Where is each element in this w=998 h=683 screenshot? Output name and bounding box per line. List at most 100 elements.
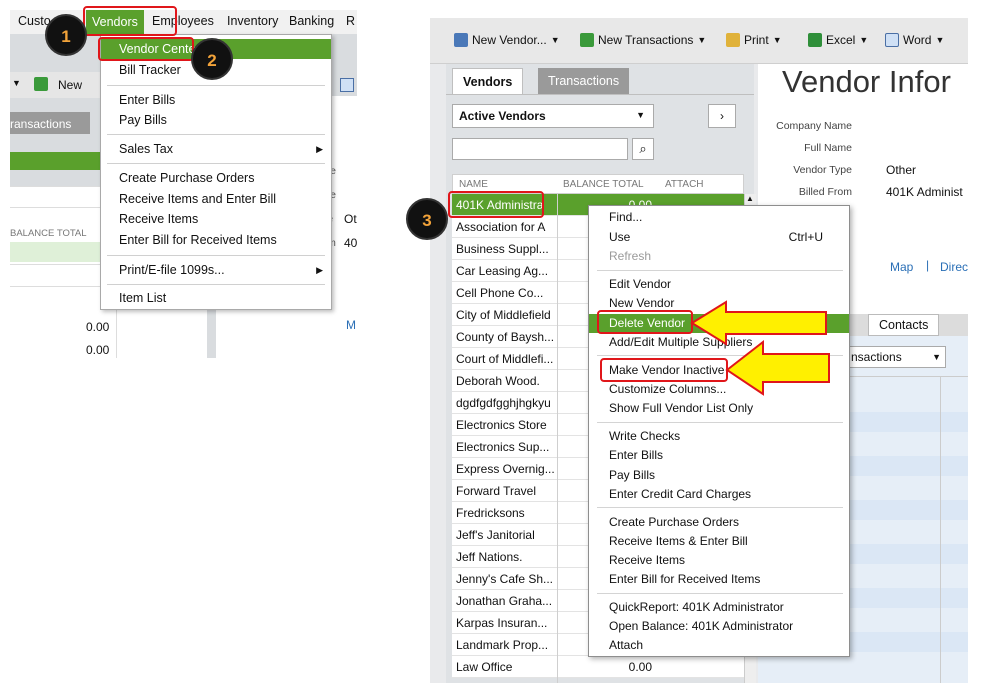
column-divider <box>557 194 558 683</box>
tab-contacts[interactable]: Contacts <box>868 314 940 336</box>
context-item-receive-items-enter-bill[interactable]: Receive Items & Enter Bill <box>589 532 849 551</box>
dropdown-arrow-icon[interactable]: ▼ <box>12 78 21 88</box>
context-item-write-checks[interactable]: Write Checks <box>589 427 849 446</box>
menu-separator <box>597 593 843 594</box>
next-arrow-button[interactable]: › <box>708 104 736 128</box>
dropdown-arrow-icon: ▼ <box>697 35 707 45</box>
vendor-name: Jenny's Cafe Sh... <box>456 572 554 586</box>
vendor-context-menu: Find... Use Ctrl+U Refresh Edit Vendor N… <box>588 205 850 657</box>
step-badge-2: 2 <box>191 38 233 80</box>
dropdown-arrow-icon: ▼ <box>935 35 945 45</box>
menu-inventory[interactable]: Inventory <box>227 14 278 28</box>
toolbar-fragment: ▼ New <box>10 72 100 98</box>
menu-item-create-purchase-orders[interactable]: Create Purchase Orders <box>101 168 331 188</box>
vendor-type-label: Vendor Type <box>793 164 852 176</box>
vendor-name: Forward Travel <box>456 484 537 498</box>
column-header-balance[interactable]: BALANCE TOTAL <box>563 179 644 190</box>
highlight-box-delete-vendor <box>597 310 693 334</box>
balance-value: 0.00 <box>86 320 110 334</box>
tab-transactions-label: ransactions <box>10 117 72 131</box>
step-badge-1: 1 <box>45 14 87 56</box>
menu-reports[interactable]: R <box>346 14 355 28</box>
scroll-up-icon[interactable]: ▲ <box>746 194 754 203</box>
vendor-name: City of Middlefield <box>456 308 551 322</box>
company-name-label: Company Name <box>776 120 852 132</box>
context-item-edit-vendor[interactable]: Edit Vendor <box>589 275 849 294</box>
vendor-name: Law Office <box>456 660 513 674</box>
context-item-open-balance[interactable]: Open Balance: 401K Administrator <box>589 617 849 636</box>
vendor-name: Express Overnig... <box>456 462 555 476</box>
active-vendors-select[interactable]: Active Vendors ▼ <box>452 104 654 128</box>
excel-button[interactable]: Excel ▼ <box>808 33 868 47</box>
context-item-use[interactable]: Use Ctrl+U <box>589 228 849 247</box>
toolbar-new-label[interactable]: New <box>58 78 82 92</box>
tab-transactions[interactable]: Transactions <box>538 68 630 94</box>
column-header-attach[interactable]: ATTACH <box>665 179 704 190</box>
vendor-name: Electronics Sup... <box>456 440 550 454</box>
new-vendor-button[interactable]: New Vendor... ▼ <box>454 33 560 47</box>
vendor-name: Landmark Prop... <box>456 638 549 652</box>
highlight-box-vendor-center <box>98 37 194 61</box>
balance-value: 0.00 <box>86 343 110 357</box>
link-separator: | <box>926 258 930 272</box>
chevron-down-icon: ▼ <box>932 352 941 362</box>
tab-divider <box>446 94 754 95</box>
new-transactions-button[interactable]: New Transactions ▼ <box>580 33 706 47</box>
menu-item-item-list[interactable]: Item List <box>101 288 331 308</box>
shortcut-label: Ctrl+U <box>788 230 823 244</box>
map-link[interactable]: Map <box>890 260 913 274</box>
tab-vendors[interactable]: Vendors <box>452 68 524 94</box>
context-item-refresh: Refresh <box>609 249 652 263</box>
map-link[interactable]: M <box>346 318 356 332</box>
billed-from-value: 401K Administ <box>886 185 963 199</box>
column-header-balance: BALANCE TOTAL <box>10 228 87 239</box>
menu-item-enter-bill-received[interactable]: Enter Bill for Received Items <box>101 230 331 250</box>
vendor-name: Cell Phone Co... <box>456 286 544 300</box>
word-icon[interactable] <box>340 78 354 92</box>
context-item-enter-bills[interactable]: Enter Bills <box>589 446 849 465</box>
tab-transactions[interactable]: ransactions <box>10 112 90 134</box>
step-badge-3: 3 <box>406 198 448 240</box>
menu-separator <box>597 422 843 423</box>
menu-item-pay-bills[interactable]: Pay Bills <box>101 110 331 130</box>
print-button[interactable]: Print ▼ <box>726 33 782 47</box>
vendor-row[interactable]: Law Office 0.00 <box>452 656 744 678</box>
menu-item-print-1099s[interactable]: Print/E-file 1099s... ▶ <box>101 260 331 280</box>
context-item-quickreport[interactable]: QuickReport: 401K Administrator <box>589 598 849 617</box>
dropdown-arrow-icon: ▼ <box>859 35 869 45</box>
vendor-name: Court of Middlefi... <box>456 352 554 366</box>
context-item-find[interactable]: Find... <box>589 208 849 227</box>
menu-item-sales-tax[interactable]: Sales Tax ▶ <box>101 139 331 159</box>
vendor-name: County of Baysh... <box>456 330 555 344</box>
new-vendor-label: New Vendor... <box>472 33 547 47</box>
context-item-credit-card-charges[interactable]: Enter Credit Card Charges <box>589 485 849 504</box>
context-item-show-full-list[interactable]: Show Full Vendor List Only <box>589 399 849 418</box>
highlight-box-make-inactive <box>600 358 728 382</box>
menu-item-receive-items[interactable]: Receive Items <box>101 209 331 229</box>
vendor-name: dgdfgdfgghjhgkyu <box>456 396 551 410</box>
vendor-search-input[interactable] <box>452 138 628 160</box>
word-button[interactable]: Word ▼ <box>885 33 944 47</box>
vendor-name: Jonathan Graha... <box>456 594 553 608</box>
vendor-name: Deborah Wood. <box>456 374 540 388</box>
context-item-create-po[interactable]: Create Purchase Orders <box>589 513 849 532</box>
context-item-pay-bills[interactable]: Pay Bills <box>589 466 849 485</box>
context-item-attach[interactable]: Attach <box>589 636 849 655</box>
column-header-name[interactable]: NAME <box>459 179 488 190</box>
context-item-enter-bill-received[interactable]: Enter Bill for Received Items <box>589 570 849 589</box>
search-icon[interactable]: ⌕ <box>632 138 654 160</box>
menu-separator <box>597 507 843 508</box>
context-item-receive-items[interactable]: Receive Items <box>589 551 849 570</box>
transactions-filter-select[interactable]: nsactions ▼ <box>846 346 946 368</box>
billed-from-label: Billed From <box>798 186 852 198</box>
menu-item-receive-items-enter-bill[interactable]: Receive Items and Enter Bill <box>101 189 331 209</box>
menu-item-enter-bills[interactable]: Enter Bills <box>101 90 331 110</box>
new-transactions-icon <box>580 33 594 47</box>
directions-link[interactable]: Direct <box>940 260 968 274</box>
context-item-use-label: Use <box>609 230 631 244</box>
vendor-center-toolbar: New Vendor... ▼ New Transactions ▼ Print… <box>430 18 968 64</box>
vendor-name: Car Leasing Ag... <box>456 264 549 278</box>
new-transactions-icon[interactable] <box>34 77 48 91</box>
menu-banking[interactable]: Banking <box>289 14 334 28</box>
menu-separator <box>107 134 325 135</box>
